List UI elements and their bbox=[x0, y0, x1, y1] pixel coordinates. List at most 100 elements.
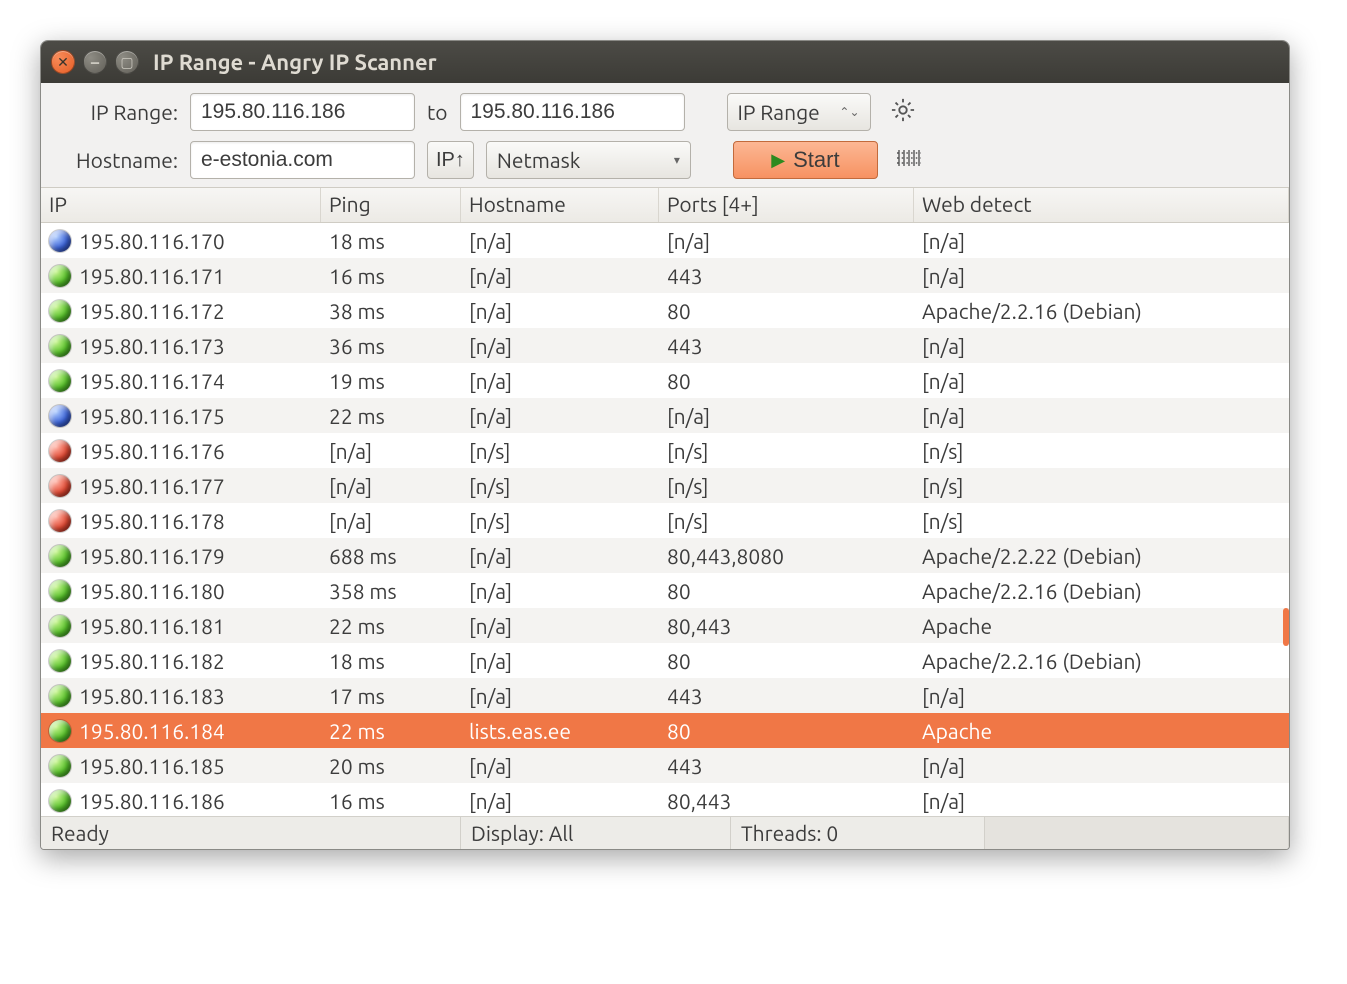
cell-ping: 20 ms bbox=[321, 752, 461, 780]
table-row[interactable]: 195.80.116.18616 ms[n/a]80,443[n/a] bbox=[41, 783, 1289, 816]
cell-ip: 195.80.116.186 bbox=[79, 789, 225, 813]
feeder-select[interactable]: IP Range ⌃⌄ bbox=[727, 93, 871, 131]
column-header-ip[interactable]: IP bbox=[41, 188, 321, 222]
table-row[interactable]: 195.80.116.180358 ms[n/a]80Apache/2.2.16… bbox=[41, 573, 1289, 608]
cell-ping: [n/a] bbox=[321, 472, 461, 500]
table-row[interactable]: 195.80.116.17018 ms[n/a][n/a][n/a] bbox=[41, 223, 1289, 258]
app-window: ✕ ‒ ▢ IP Range - Angry IP Scanner IP Ran… bbox=[40, 40, 1290, 850]
to-label: to bbox=[427, 100, 448, 124]
chevron-down-icon: ▾ bbox=[674, 153, 680, 167]
table-row[interactable]: 195.80.116.18520 ms[n/a]443[n/a] bbox=[41, 748, 1289, 783]
table-row[interactable]: 195.80.116.18218 ms[n/a]80Apache/2.2.16 … bbox=[41, 643, 1289, 678]
status-indicator-icon bbox=[49, 230, 71, 252]
status-threads: Threads: 0 bbox=[731, 817, 985, 849]
cell-ip: 195.80.116.181 bbox=[79, 614, 225, 638]
cell-hostname: [n/a] bbox=[461, 577, 659, 605]
status-indicator-icon bbox=[49, 405, 71, 427]
cell-web: [n/a] bbox=[914, 367, 1289, 395]
table-row[interactable]: 195.80.116.17238 ms[n/a]80Apache/2.2.16 … bbox=[41, 293, 1289, 328]
status-indicator-icon bbox=[49, 650, 71, 672]
cell-hostname: lists.eas.ee bbox=[461, 717, 659, 745]
cell-web: [n/a] bbox=[914, 402, 1289, 430]
status-indicator-icon bbox=[49, 615, 71, 637]
cell-hostname: [n/s] bbox=[461, 472, 659, 500]
window-minimize-button[interactable]: ‒ bbox=[83, 50, 107, 74]
ip-up-button[interactable]: IP↑ bbox=[427, 141, 474, 179]
cell-hostname: [n/s] bbox=[461, 437, 659, 465]
status-indicator-icon bbox=[49, 510, 71, 532]
table-row[interactable]: 195.80.116.178[n/a][n/s][n/s][n/s] bbox=[41, 503, 1289, 538]
cell-web: [n/a] bbox=[914, 752, 1289, 780]
table-row[interactable]: 195.80.116.179688 ms[n/a]80,443,8080Apac… bbox=[41, 538, 1289, 573]
table-header: IP Ping Hostname Ports [4+] Web detect bbox=[41, 188, 1289, 223]
cell-ip: 195.80.116.173 bbox=[79, 334, 225, 358]
cell-hostname: [n/a] bbox=[461, 647, 659, 675]
column-header-ports[interactable]: Ports [4+] bbox=[659, 188, 914, 222]
cell-ports: 443 bbox=[659, 682, 914, 710]
play-icon: ▶ bbox=[771, 150, 785, 171]
window-close-button[interactable]: ✕ bbox=[51, 50, 75, 74]
ip-range-start-input[interactable] bbox=[190, 93, 415, 131]
cell-ports: [n/s] bbox=[659, 472, 914, 500]
cell-web: [n/s] bbox=[914, 472, 1289, 500]
hostname-input[interactable] bbox=[190, 141, 415, 179]
preferences-button[interactable] bbox=[883, 93, 923, 131]
table-row[interactable]: 195.80.116.177[n/a][n/s][n/s][n/s] bbox=[41, 468, 1289, 503]
cell-ping: 38 ms bbox=[321, 297, 461, 325]
cell-ip: 195.80.116.179 bbox=[79, 544, 225, 568]
table-row[interactable]: 195.80.116.176[n/a][n/s][n/s][n/s] bbox=[41, 433, 1289, 468]
cell-ports: [n/s] bbox=[659, 437, 914, 465]
column-header-ping[interactable]: Ping bbox=[321, 188, 461, 222]
table-row[interactable]: 195.80.116.18122 ms[n/a]80,443Apache bbox=[41, 608, 1289, 643]
hostname-label: Hostname: bbox=[53, 148, 178, 172]
column-header-hostname[interactable]: Hostname bbox=[461, 188, 659, 222]
table-row[interactable]: 195.80.116.17522 ms[n/a][n/a][n/a] bbox=[41, 398, 1289, 433]
cell-hostname: [n/a] bbox=[461, 752, 659, 780]
ip-up-button-label: IP↑ bbox=[436, 149, 465, 172]
cell-ip: 195.80.116.175 bbox=[79, 404, 225, 428]
cell-ip: 195.80.116.180 bbox=[79, 579, 225, 603]
cell-ip: 195.80.116.170 bbox=[79, 229, 225, 253]
cell-ports: [n/a] bbox=[659, 402, 914, 430]
fetchers-button[interactable] bbox=[890, 141, 930, 179]
cell-ports: 80 bbox=[659, 297, 914, 325]
table-row[interactable]: 195.80.116.18317 ms[n/a]443[n/a] bbox=[41, 678, 1289, 713]
toolbar-row-2: Hostname: IP↑ Netmask ▾ ▶ Start bbox=[53, 141, 1277, 179]
cell-ip: 195.80.116.182 bbox=[79, 649, 225, 673]
cell-hostname: [n/a] bbox=[461, 542, 659, 570]
cell-ping: 36 ms bbox=[321, 332, 461, 360]
cell-ip: 195.80.116.185 bbox=[79, 754, 225, 778]
cell-ping: 19 ms bbox=[321, 367, 461, 395]
status-indicator-icon bbox=[49, 440, 71, 462]
cell-web: Apache/2.2.16 (Debian) bbox=[914, 647, 1289, 675]
table-row[interactable]: 195.80.116.17336 ms[n/a]443[n/a] bbox=[41, 328, 1289, 363]
cell-ports: 80,443,8080 bbox=[659, 542, 914, 570]
cell-ports: [n/a] bbox=[659, 227, 914, 255]
chevron-updown-icon: ⌃⌄ bbox=[839, 105, 859, 119]
window-maximize-button[interactable]: ▢ bbox=[115, 50, 139, 74]
cell-ports: [n/s] bbox=[659, 507, 914, 535]
cell-web: [n/a] bbox=[914, 332, 1289, 360]
table-row[interactable]: 195.80.116.17116 ms[n/a]443[n/a] bbox=[41, 258, 1289, 293]
status-state: Ready bbox=[41, 817, 461, 849]
table-row[interactable]: 195.80.116.17419 ms[n/a]80[n/a] bbox=[41, 363, 1289, 398]
cell-ip: 195.80.116.183 bbox=[79, 684, 225, 708]
cell-ping: 18 ms bbox=[321, 227, 461, 255]
results-table: IP Ping Hostname Ports [4+] Web detect 1… bbox=[41, 187, 1289, 816]
cell-hostname: [n/a] bbox=[461, 787, 659, 815]
scrollbar-thumb[interactable] bbox=[1283, 608, 1289, 646]
table-body[interactable]: 195.80.116.17018 ms[n/a][n/a][n/a]195.80… bbox=[41, 223, 1289, 816]
table-row[interactable]: 195.80.116.18422 mslists.eas.ee80Apache bbox=[41, 713, 1289, 748]
cell-ports: 80,443 bbox=[659, 787, 914, 815]
cell-hostname: [n/a] bbox=[461, 227, 659, 255]
start-button[interactable]: ▶ Start bbox=[733, 141, 878, 179]
cell-web: [n/a] bbox=[914, 227, 1289, 255]
ip-range-end-input[interactable] bbox=[460, 93, 685, 131]
cell-hostname: [n/a] bbox=[461, 332, 659, 360]
cell-hostname: [n/a] bbox=[461, 612, 659, 640]
cell-ip: 195.80.116.178 bbox=[79, 509, 225, 533]
status-spacer bbox=[985, 817, 1289, 849]
cell-hostname: [n/s] bbox=[461, 507, 659, 535]
netmask-select[interactable]: Netmask ▾ bbox=[486, 141, 691, 179]
column-header-web[interactable]: Web detect bbox=[914, 188, 1289, 222]
